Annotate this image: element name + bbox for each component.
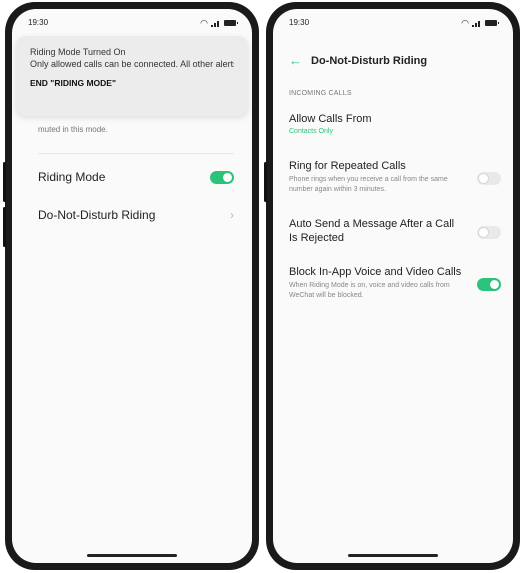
section-header: INCOMING CALLS (289, 90, 352, 97)
left-screen: 19:30 ◠ Riding Mode Turned On Only allow… (12, 9, 252, 563)
battery-icon (485, 20, 499, 26)
setting-title: Auto Send a Message After a Call Is Reje… (289, 218, 455, 244)
ring-repeated-calls-toggle[interactable] (477, 172, 501, 185)
right-phone-frame: 19:30 ◠ ← Do-Not-Disturb Riding INCOMING… (264, 2, 520, 570)
volume-button (3, 162, 6, 202)
page-header: ← Do-Not-Disturb Riding (289, 54, 428, 67)
right-screen: 19:30 ◠ ← Do-Not-Disturb Riding INCOMING… (273, 9, 513, 563)
home-indicator (87, 554, 177, 557)
back-arrow-icon[interactable]: ← (289, 54, 302, 67)
status-time: 19:30 (289, 18, 310, 27)
riding-mode-notification[interactable]: Riding Mode Turned On Only allowed calls… (16, 36, 248, 116)
riding-mode-toggle[interactable] (210, 170, 234, 184)
notification-body: Only allowed calls can be connected. All… (30, 59, 234, 69)
page-title: Do-Not-Disturb Riding (311, 55, 428, 67)
setting-title: Ring for Repeated Calls (289, 160, 406, 172)
do-not-disturb-riding-label: Do-Not-Disturb Riding (38, 208, 156, 222)
setting-subtitle: When Riding Mode is on, voice and video … (289, 282, 450, 299)
wifi-icon: ◠ (200, 18, 208, 28)
do-not-disturb-riding-row[interactable]: Do-Not-Disturb Riding › (38, 205, 234, 225)
signal-icon (472, 20, 482, 27)
auto-send-message-setting[interactable]: Auto Send a Message After a Call Is Reje… (289, 217, 501, 245)
riding-mode-row[interactable]: Riding Mode (38, 167, 234, 187)
block-in-app-calls-toggle[interactable] (477, 278, 501, 291)
auto-send-message-toggle[interactable] (477, 226, 501, 239)
setting-subtitle: Phone rings when you receive a call from… (289, 176, 448, 193)
volume-button (3, 207, 6, 247)
setting-value: Contacts Only (289, 128, 333, 135)
setting-title: Allow Calls From (289, 113, 372, 125)
block-in-app-calls-setting[interactable]: Block In-App Voice and Video Calls When … (289, 265, 501, 301)
status-time: 19:30 (28, 18, 49, 27)
setting-title: Block In-App Voice and Video Calls (289, 266, 462, 278)
home-indicator (348, 554, 438, 557)
left-phone-frame: 19:30 ◠ Riding Mode Turned On Only allow… (3, 2, 259, 570)
status-bar: 19:30 ◠ (28, 18, 238, 30)
volume-button (264, 162, 267, 202)
signal-icon (211, 20, 221, 27)
battery-icon (224, 20, 238, 26)
chevron-right-icon: › (230, 208, 234, 222)
divider (38, 153, 234, 154)
wifi-icon: ◠ (461, 18, 469, 28)
end-riding-mode-button[interactable]: END "RIDING MODE" (30, 78, 234, 88)
riding-mode-label: Riding Mode (38, 170, 106, 184)
allow-calls-from-setting[interactable]: Allow Calls From Contacts Only (289, 112, 501, 135)
status-bar: 19:30 ◠ (289, 18, 499, 30)
muted-description: muted in this mode. (38, 125, 108, 134)
notification-title: Riding Mode Turned On (30, 47, 126, 57)
ring-repeated-calls-setting[interactable]: Ring for Repeated Calls Phone rings when… (289, 159, 501, 195)
